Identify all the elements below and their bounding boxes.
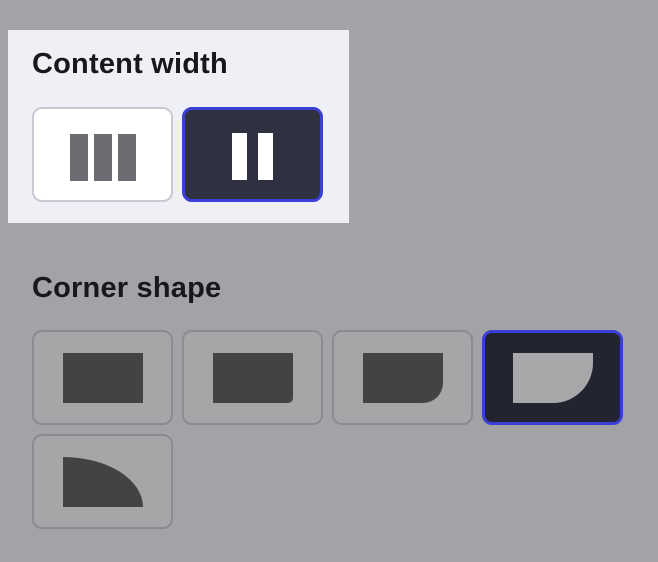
corner-shape-full-rounded-option[interactable]	[32, 434, 173, 529]
full-rounded-corner-icon	[63, 457, 143, 507]
content-width-wide-option[interactable]	[32, 107, 173, 202]
corner-shape-extra-rounded-option[interactable]	[482, 330, 623, 425]
rounded-corner-icon	[363, 353, 443, 403]
corner-shape-rounded-option[interactable]	[332, 330, 473, 425]
corner-shape-square-option[interactable]	[32, 330, 173, 425]
corner-shape-slightly-rounded-option[interactable]	[182, 330, 323, 425]
content-width-title: Content width	[32, 48, 228, 80]
corner-shape-title: Corner shape	[32, 272, 222, 304]
extra-rounded-corner-icon	[513, 353, 593, 403]
square-corner-icon	[63, 353, 143, 403]
slightly-rounded-corner-icon	[213, 353, 293, 403]
content-width-narrow-option[interactable]	[182, 107, 323, 202]
content-width-panel: Content width	[8, 30, 349, 223]
